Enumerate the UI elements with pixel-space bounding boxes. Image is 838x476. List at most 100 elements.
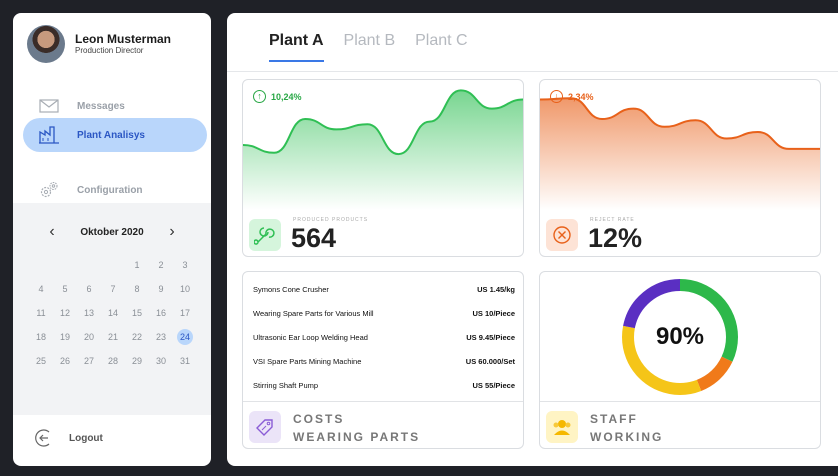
calendar-week: 11 12 13 14 15 16 17	[29, 301, 197, 325]
cost-item-price: US 9.45/Piece	[466, 332, 515, 342]
calendar-empty	[53, 257, 77, 273]
calendar-day[interactable]: 29	[125, 353, 149, 369]
cost-item-price: US 60.000/Set	[465, 356, 515, 366]
costs-label-line2: WEARING PARTS	[293, 430, 421, 444]
staff-label-line2: WORKING	[590, 430, 664, 444]
cost-item-name: Symons Cone Crusher	[253, 284, 329, 294]
calendar-day[interactable]: 26	[53, 353, 77, 369]
costs-label-line1: COSTS	[293, 412, 345, 426]
cost-item-name: Stirring Shaft Pump	[253, 380, 319, 390]
wrench-icon	[249, 219, 281, 251]
calendar-day[interactable]: 11	[29, 305, 53, 321]
calendar-day[interactable]: 25	[29, 353, 53, 369]
profile-name: Leon Musterman	[75, 32, 172, 46]
tabs-divider	[227, 71, 838, 72]
calendar-empty	[101, 257, 125, 273]
calendar-day[interactable]: 1	[125, 257, 149, 273]
reject-change-value: 2,34%	[568, 91, 594, 102]
calendar-day[interactable]: 10	[173, 281, 197, 297]
gears-icon	[37, 181, 61, 199]
nav-label-configuration: Configuration	[77, 184, 143, 196]
area-fill	[243, 90, 523, 210]
calendar-day[interactable]: 7	[101, 281, 125, 297]
main-panel: Plant A Plant B Plant C ↑ 10,24% PRODUCE…	[227, 13, 838, 466]
calendar-grid: 1 2 3 4 5 6 7 8 9 10 11 12 13 14 15 16 17 18 19 20 21 22 23 24 2…	[29, 253, 197, 373]
cost-item-price: US 10/Piece	[472, 308, 515, 318]
envelope-icon	[37, 99, 61, 113]
calendar-day[interactable]: 15	[125, 305, 149, 321]
tab-plant-b[interactable]: Plant B	[344, 32, 396, 62]
cost-list: Symons Cone Crusher US 1.45/kg Wearing Spa…	[253, 277, 515, 397]
staff-label: STAFF WORKING	[590, 410, 663, 446]
calendar-day[interactable]: 23	[149, 329, 173, 345]
users-icon	[546, 411, 578, 443]
nav-label-plant: Plant Analisys	[77, 129, 145, 141]
calendar-day[interactable]: 16	[149, 305, 173, 321]
nav-item-configuration[interactable]: Configuration	[23, 173, 207, 207]
calendar-day[interactable]: 12	[53, 305, 77, 321]
staff-label-line1: STAFF	[590, 412, 638, 426]
calendar-day[interactable]: 22	[125, 329, 149, 345]
area-fill	[540, 98, 820, 210]
calendar-day[interactable]: 9	[149, 281, 173, 297]
nav-label-messages: Messages	[77, 100, 125, 112]
cost-item-name: Ultrasonic Ear Loop Welding Head	[253, 332, 368, 342]
cost-item-price: US 55/Piece	[472, 380, 515, 390]
staff-value: 90%	[655, 323, 705, 350]
calendar-day[interactable]: 24	[177, 329, 193, 345]
produced-products-card[interactable]: ↑ 10,24% PRODUCED PRODUCTS 564	[242, 79, 524, 257]
cost-row[interactable]: Symons Cone Crusher US 1.45/kg	[253, 277, 515, 301]
calendar-week: 25 26 27 28 29 30 31	[29, 349, 197, 373]
costs-card[interactable]: Symons Cone Crusher US 1.45/kg Wearing Spa…	[242, 271, 524, 449]
price-tag-icon	[249, 411, 281, 443]
cost-row[interactable]: Wearing Spare Parts for Various Mill US 1…	[253, 301, 515, 325]
calendar-day[interactable]: 17	[173, 305, 197, 321]
logout-icon	[35, 429, 50, 447]
calendar-day[interactable]: 31	[173, 353, 197, 369]
calendar-empty	[77, 257, 101, 273]
calendar-day[interactable]: 2	[149, 257, 173, 273]
x-circle-icon	[546, 219, 578, 251]
calendar-week: 18 19 20 21 22 23 24	[29, 325, 197, 349]
reject-value: 12%	[588, 223, 643, 253]
plant-tabs: Plant A Plant B Plant C	[269, 32, 488, 62]
calendar-week: 123	[29, 253, 197, 277]
calendar-day[interactable]: 4	[29, 281, 53, 297]
cost-item-name: VSI Spare Parts Mining Machine	[253, 356, 362, 366]
calendar-month: Oktober 2020	[80, 226, 144, 238]
calendar-day[interactable]: 14	[101, 305, 125, 321]
calendar-day[interactable]: 6	[77, 281, 101, 297]
produced-change: ↑ 10,24%	[253, 90, 302, 103]
reject-rate-card[interactable]: ↓ 2,34% REJECT RATE 12%	[539, 79, 821, 257]
calendar-day[interactable]: 8	[125, 281, 149, 297]
calendar-day[interactable]: 27	[77, 353, 101, 369]
produced-value: 564	[291, 223, 337, 253]
calendar-day[interactable]: 19	[53, 329, 77, 345]
tab-plant-c[interactable]: Plant C	[415, 32, 467, 62]
calendar-day[interactable]: 30	[149, 353, 173, 369]
calendar: ‹ Oktober 2020 › 1 2 3 4 5 6 7 8 9 10 11 12 13 14 15 16…	[13, 203, 211, 415]
staff-card[interactable]: 90% STAFF WORKING	[539, 271, 821, 449]
calendar-day[interactable]: 28	[101, 353, 125, 369]
calendar-day[interactable]: 18	[29, 329, 53, 345]
logout-button[interactable]: Logout	[35, 428, 103, 448]
calendar-day[interactable]: 21	[101, 329, 125, 345]
profile: Leon Musterman Production Director	[27, 25, 171, 63]
chevron-left-icon[interactable]: ‹	[32, 223, 72, 241]
cost-row[interactable]: Ultrasonic Ear Loop Welding Head US 9.45/…	[253, 325, 515, 349]
cost-row[interactable]: Stirring Shaft Pump US 55/Piece	[253, 373, 515, 397]
calendar-day[interactable]: 20	[77, 329, 101, 345]
nav-item-plant-analysis[interactable]: Plant Analisys	[23, 118, 207, 152]
card-divider	[243, 401, 523, 402]
arrow-up-icon: ↑	[253, 90, 266, 103]
logout-label: Logout	[69, 432, 103, 444]
calendar-day[interactable]: 3	[173, 257, 197, 273]
card-divider	[540, 401, 820, 402]
calendar-day[interactable]: 5	[53, 281, 77, 297]
arrow-down-icon: ↓	[550, 90, 563, 103]
sidebar: Leon Musterman Production Director Messa…	[13, 13, 211, 466]
tab-plant-a[interactable]: Plant A	[269, 32, 324, 62]
chevron-right-icon[interactable]: ›	[152, 223, 192, 241]
calendar-day[interactable]: 13	[77, 305, 101, 321]
cost-row[interactable]: VSI Spare Parts Mining Machine US 60.000/…	[253, 349, 515, 373]
